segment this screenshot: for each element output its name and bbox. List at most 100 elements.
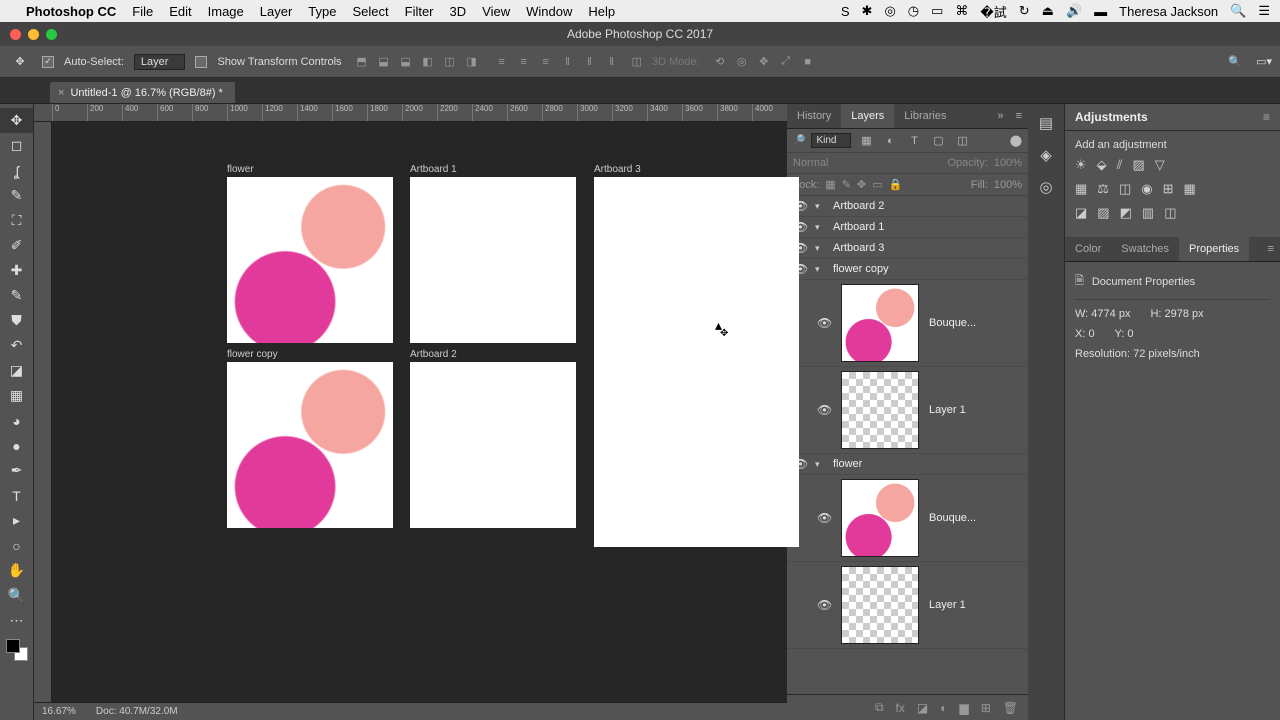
photofilter-icon[interactable]: ◉ <box>1141 181 1152 197</box>
chevron-down-icon[interactable]: ▾ <box>815 222 825 233</box>
panel-menu-icon[interactable]: ≡ <box>1263 110 1270 124</box>
menu-icon[interactable]: ☰ <box>1258 3 1270 19</box>
app-name[interactable]: Photoshop CC <box>26 4 116 19</box>
hue-icon[interactable]: ▦ <box>1075 181 1087 197</box>
clock-icon[interactable]: ◷ <box>908 3 919 19</box>
search-icon[interactable]: 🔍 <box>1228 55 1242 68</box>
artboard-flower[interactable] <box>227 177 393 343</box>
lasso-tool[interactable]: ʆ <box>0 158 33 183</box>
artboard-label[interactable]: Artboard 2 <box>410 349 457 360</box>
workspace-icon[interactable]: ▭▾ <box>1256 55 1272 68</box>
layer-row[interactable]: 👁Bouque... <box>787 280 1028 367</box>
blur-tool[interactable]: ◕ <box>0 408 33 433</box>
eyedropper-tool[interactable]: ✐ <box>0 233 33 258</box>
levels-icon[interactable]: ⬙ <box>1097 157 1107 173</box>
distribute-icon[interactable]: ‖ <box>580 52 600 72</box>
threshold-icon[interactable]: ◩ <box>1120 205 1132 221</box>
layer-row[interactable]: 👁Bouque... <box>787 475 1028 562</box>
tab-swatches[interactable]: Swatches <box>1111 237 1179 261</box>
mask-icon[interactable]: ◪ <box>917 701 928 715</box>
move-tool[interactable]: ✥ <box>0 108 33 133</box>
color-swatches[interactable] <box>6 639 28 661</box>
status-icon[interactable]: ✱ <box>862 3 873 19</box>
bw-icon[interactable]: ◫ <box>1119 181 1131 197</box>
wifi-icon[interactable]: �試 <box>980 2 1006 21</box>
filter-pixel-icon[interactable]: ▦ <box>857 134 875 147</box>
layer-row-artboard[interactable]: 👁▾Artboard 3 <box>787 238 1028 259</box>
layer-thumbnail[interactable] <box>841 566 919 644</box>
layer-row[interactable]: 👁Layer 1 <box>787 367 1028 454</box>
gradient-map-icon[interactable]: ▥ <box>1142 205 1154 221</box>
pen-tool[interactable]: ✒ <box>0 458 33 483</box>
menu-help[interactable]: Help <box>588 4 615 19</box>
visibility-icon[interactable]: 👁 <box>817 598 831 612</box>
path-select-tool[interactable]: ▸ <box>0 508 33 533</box>
artboard-label[interactable]: Artboard 1 <box>410 164 457 175</box>
shape-tool[interactable]: ○ <box>0 533 33 558</box>
invert-icon[interactable]: ◪ <box>1075 205 1087 221</box>
artboard-1[interactable] <box>410 177 576 343</box>
layer-row-artboard[interactable]: 👁▾Artboard 2 <box>787 196 1028 217</box>
canvas[interactable]: flower Artboard 1 Artboard 3 flower copy… <box>52 122 787 702</box>
menu-view[interactable]: View <box>482 4 510 19</box>
chevron-down-icon[interactable]: ▾ <box>815 264 825 275</box>
distribute-icon[interactable]: ‖ <box>602 52 622 72</box>
magic-wand-tool[interactable]: ✎ <box>0 183 33 208</box>
zoom-tool[interactable]: 🔍 <box>0 583 33 608</box>
curves-icon[interactable]: ⫽ <box>1117 157 1123 173</box>
chevron-down-icon[interactable]: ▾ <box>815 201 825 212</box>
distribute-icon[interactable]: ≡ <box>536 52 556 72</box>
layer-thumbnail[interactable] <box>841 284 919 362</box>
new-layer-icon[interactable]: ⊞ <box>981 701 991 715</box>
filter-type-icon[interactable]: T <box>905 135 923 147</box>
exposure-icon[interactable]: ▨ <box>1132 157 1144 173</box>
trash-icon[interactable]: 🗑 <box>1003 701 1018 715</box>
zoom-level[interactable]: 16.67% <box>42 706 76 717</box>
layer-row-artboard[interactable]: 👁▾flower <box>787 454 1028 475</box>
menu-filter[interactable]: Filter <box>405 4 434 19</box>
artboard-2[interactable] <box>410 362 576 528</box>
menu-image[interactable]: Image <box>208 4 244 19</box>
bluetooth-icon[interactable]: ⌘ <box>955 3 968 19</box>
tab-history[interactable]: History <box>787 104 841 128</box>
posterize-icon[interactable]: ▨ <box>1097 205 1109 221</box>
brightness-icon[interactable]: ☀ <box>1075 157 1087 173</box>
selective-color-icon[interactable]: ◫ <box>1164 205 1176 221</box>
align-left-icon[interactable]: ◧ <box>418 52 438 72</box>
zoom-button[interactable] <box>46 29 57 40</box>
cc-icon[interactable]: ◎ <box>884 3 895 19</box>
balance-icon[interactable]: ⚖ <box>1097 181 1109 197</box>
status-icon[interactable]: S <box>841 4 850 19</box>
filter-shape-icon[interactable]: ▢ <box>929 134 947 147</box>
opacity-value[interactable]: 100% <box>994 157 1022 169</box>
blend-mode-dropdown[interactable]: Normal <box>793 157 828 169</box>
dodge-tool[interactable]: ● <box>0 433 33 458</box>
document-tab[interactable]: × Untitled-1 @ 16.7% (RGB/8#) * <box>50 82 235 103</box>
show-transform-checkbox[interactable] <box>195 56 207 68</box>
battery-icon[interactable]: ▬ <box>1094 4 1107 19</box>
panel-menu-icon[interactable]: ≡ <box>1262 237 1280 261</box>
fx-icon[interactable]: fx <box>896 701 905 715</box>
close-tab-icon[interactable]: × <box>58 87 64 99</box>
panel-menu-icon[interactable]: ≡ <box>1010 104 1028 128</box>
menu-type[interactable]: Type <box>308 4 336 19</box>
distribute-icon[interactable]: ≡ <box>514 52 534 72</box>
chevron-down-icon[interactable]: ▾ <box>815 459 825 470</box>
filter-kind-dropdown[interactable]: Kind <box>811 133 851 148</box>
menu-file[interactable]: File <box>132 4 153 19</box>
edit-toolbar[interactable]: ⋯ <box>0 608 33 633</box>
marquee-tool[interactable]: ◻ <box>0 133 33 158</box>
move-tool-icon[interactable]: ✥ <box>8 50 32 74</box>
align-top-icon[interactable]: ⬒ <box>352 52 372 72</box>
visibility-icon[interactable]: 👁 <box>817 316 831 330</box>
filter-smart-icon[interactable]: ◫ <box>953 134 971 147</box>
menu-window[interactable]: Window <box>526 4 572 19</box>
align-right-icon[interactable]: ◨ <box>462 52 482 72</box>
align-bottom-icon[interactable]: ⬓ <box>396 52 416 72</box>
menu-3d[interactable]: 3D <box>450 4 467 19</box>
artboard-flower-copy[interactable] <box>227 362 393 528</box>
link-layers-icon[interactable]: ⧉ <box>875 700 884 715</box>
distribute-icon[interactable]: ‖ <box>558 52 578 72</box>
visibility-icon[interactable]: 👁 <box>817 511 831 525</box>
lock-image-icon[interactable]: ✎ <box>842 178 851 191</box>
